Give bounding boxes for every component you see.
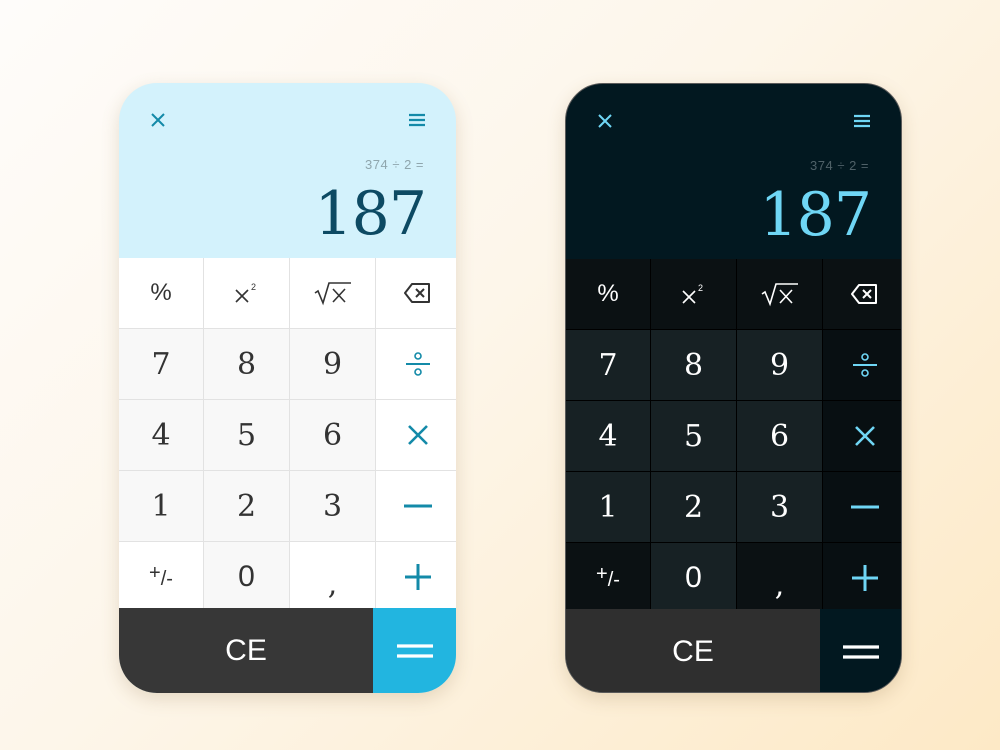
key-1[interactable]: 1: [119, 471, 203, 541]
key-5[interactable]: 5: [651, 401, 736, 471]
divide-icon: [852, 353, 877, 377]
plus-icon: [404, 564, 431, 590]
svg-text:2: 2: [251, 282, 256, 292]
backspace-key[interactable]: [823, 259, 901, 329]
backspace-icon: [403, 283, 430, 303]
minus-key[interactable]: [376, 471, 456, 541]
key-2[interactable]: 2: [204, 471, 289, 541]
keypad: % 2 7 8 9 4 5 6 1 2 3 +/- 0 ,: [119, 258, 456, 612]
bottom-row: CE: [566, 609, 901, 692]
key-0[interactable]: 0: [204, 542, 289, 612]
minus-key[interactable]: [823, 472, 901, 542]
key-8[interactable]: 8: [204, 329, 289, 399]
key-3[interactable]: 3: [290, 471, 375, 541]
comma-key[interactable]: ,: [737, 543, 822, 613]
close-icon: [598, 114, 612, 128]
minus-icon: [850, 505, 879, 509]
key-4[interactable]: 4: [119, 400, 203, 470]
divide-icon: [405, 352, 430, 376]
square-key[interactable]: 2: [204, 258, 289, 328]
expression-text: 374 ÷ 2 =: [365, 157, 424, 172]
comma-key[interactable]: ,: [290, 542, 375, 612]
equals-icon: [396, 643, 433, 658]
key-9[interactable]: 9: [290, 329, 375, 399]
key-7[interactable]: 7: [119, 329, 203, 399]
menu-icon: [854, 114, 870, 128]
equals-button[interactable]: [820, 609, 901, 692]
plus-icon: [851, 565, 878, 591]
bottom-row: CE: [119, 608, 456, 693]
sqrt-icon: [314, 282, 351, 306]
multiply-icon: [854, 426, 875, 446]
percent-key[interactable]: %: [119, 258, 203, 328]
plus-minus-key[interactable]: +/-: [566, 543, 650, 613]
square-icon: 2: [681, 283, 703, 304]
keypad: % 2 7 8 9 4 5 6 1 2 3 +/- 0 ,: [566, 259, 901, 613]
key-7[interactable]: 7: [566, 330, 650, 400]
plus-minus-key[interactable]: +/-: [119, 542, 203, 612]
multiply-key[interactable]: [823, 401, 901, 471]
result-text: 187: [759, 180, 872, 250]
key-9[interactable]: 9: [737, 330, 822, 400]
divide-key[interactable]: [823, 330, 901, 400]
multiply-icon: [407, 425, 428, 445]
calculator-light: 374 ÷ 2 = 187 % 2 7 8 9 4 5 6 1 2 3 +/-: [119, 83, 456, 693]
multiply-key[interactable]: [376, 400, 456, 470]
key-0[interactable]: 0: [651, 543, 736, 613]
close-button[interactable]: [143, 105, 173, 135]
clear-button[interactable]: CE: [566, 609, 820, 692]
key-8[interactable]: 8: [651, 330, 736, 400]
menu-button[interactable]: [402, 105, 432, 135]
divide-key[interactable]: [376, 329, 456, 399]
percent-key[interactable]: %: [566, 259, 650, 329]
key-4[interactable]: 4: [566, 401, 650, 471]
close-button[interactable]: [590, 106, 620, 136]
plus-key[interactable]: [823, 543, 901, 613]
minus-icon: [403, 504, 432, 508]
display-panel: 374 ÷ 2 = 187: [566, 84, 901, 259]
plus-minus-plus: +: [596, 562, 608, 585]
square-key[interactable]: 2: [651, 259, 736, 329]
equals-icon: [842, 644, 879, 659]
sqrt-icon: [761, 283, 798, 307]
calculator-dark: 374 ÷ 2 = 187 % 2 7 8 9 4 5 6 1 2 3 +/-: [565, 83, 902, 693]
sqrt-key[interactable]: [737, 259, 822, 329]
clear-button[interactable]: CE: [119, 608, 373, 693]
key-1[interactable]: 1: [566, 472, 650, 542]
key-5[interactable]: 5: [204, 400, 289, 470]
display-panel: 374 ÷ 2 = 187: [119, 83, 456, 258]
key-6[interactable]: 6: [737, 401, 822, 471]
square-icon: 2: [234, 282, 256, 303]
result-text: 187: [314, 179, 427, 249]
backspace-icon: [850, 284, 877, 304]
close-icon: [151, 113, 165, 127]
plus-key[interactable]: [376, 542, 456, 612]
key-2[interactable]: 2: [651, 472, 736, 542]
equals-button[interactable]: [373, 608, 456, 693]
menu-icon: [409, 113, 425, 127]
key-6[interactable]: 6: [290, 400, 375, 470]
expression-text: 374 ÷ 2 =: [810, 158, 869, 173]
backspace-key[interactable]: [376, 258, 456, 328]
menu-button[interactable]: [847, 106, 877, 136]
svg-text:2: 2: [698, 283, 703, 293]
plus-minus-minus: /-: [607, 568, 620, 591]
plus-minus-plus: +: [149, 561, 161, 584]
plus-minus-minus: /-: [160, 567, 173, 590]
key-3[interactable]: 3: [737, 472, 822, 542]
sqrt-key[interactable]: [290, 258, 375, 328]
